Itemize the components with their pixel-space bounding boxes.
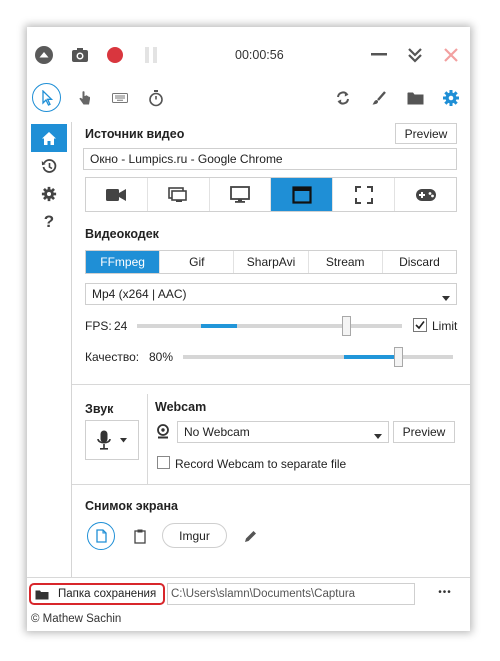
pause-icon[interactable] bbox=[140, 44, 162, 66]
source-screens-icon[interactable] bbox=[148, 178, 210, 211]
sidebar-item-history[interactable] bbox=[31, 152, 67, 180]
microphone-icon bbox=[97, 430, 111, 450]
quality-slider-thumb[interactable] bbox=[394, 347, 403, 367]
window-source-field[interactable]: Окно - Lumpics.ru - Google Chrome bbox=[83, 148, 457, 170]
source-preview-button[interactable]: Preview bbox=[395, 123, 457, 144]
webcam-separate-label: Record Webcam to separate file bbox=[175, 457, 347, 471]
quality-label: Качество: bbox=[85, 350, 140, 364]
source-window-icon[interactable] bbox=[271, 178, 334, 211]
fps-value: 24 bbox=[114, 319, 128, 333]
sidebar-item-settings[interactable] bbox=[31, 180, 67, 208]
codec-tab-stream[interactable]: Stream bbox=[309, 251, 383, 273]
imgur-button[interactable]: Imgur bbox=[162, 523, 227, 548]
source-region-icon[interactable] bbox=[333, 178, 396, 211]
quality-slider[interactable] bbox=[183, 346, 453, 368]
close-icon[interactable] bbox=[440, 44, 462, 66]
format-select-value: Mp4 (x264 | AAC) bbox=[92, 287, 187, 301]
video-codec-heading: Видеокодек bbox=[85, 227, 159, 241]
quality-slider-fill bbox=[344, 355, 394, 359]
save-folder-button[interactable]: Папка сохранения bbox=[29, 583, 165, 605]
codec-tab-discard[interactable]: Discard bbox=[383, 251, 456, 273]
webcam-icon bbox=[156, 423, 170, 439]
sidebar-item-help[interactable]: ? bbox=[31, 208, 67, 236]
cursor-icon[interactable] bbox=[32, 83, 61, 112]
codec-tab-ffmpeg[interactable]: FFmpeg bbox=[86, 251, 161, 273]
timer-icon[interactable] bbox=[145, 87, 167, 109]
fps-label: FPS: bbox=[85, 319, 112, 333]
refresh-icon[interactable] bbox=[332, 87, 354, 109]
quality-value: 80% bbox=[149, 350, 174, 364]
webcam-separate-checkbox[interactable] bbox=[157, 456, 170, 469]
brush-icon[interactable] bbox=[368, 87, 390, 109]
format-select[interactable]: Mp4 (x264 | AAC) bbox=[85, 283, 457, 305]
screenshot-file-icon[interactable] bbox=[87, 522, 115, 550]
codec-tab-gif[interactable]: Gif bbox=[160, 251, 235, 273]
settings-gear-icon[interactable] bbox=[440, 87, 462, 109]
collapse-up-icon[interactable] bbox=[33, 44, 55, 66]
camera-icon[interactable] bbox=[68, 44, 92, 66]
more-options-button[interactable]: ••• bbox=[423, 583, 467, 605]
sidebar: ? bbox=[27, 122, 72, 577]
record-button[interactable] bbox=[104, 44, 126, 66]
expand-down-icon[interactable] bbox=[404, 44, 426, 66]
chevron-down-icon bbox=[374, 429, 382, 443]
source-video-camera-icon[interactable] bbox=[86, 178, 148, 211]
output-path-field[interactable]: C:\Users\slamn\Documents\Captura bbox=[167, 583, 415, 605]
clipboard-icon[interactable] bbox=[129, 525, 151, 547]
folder-icon bbox=[35, 590, 49, 599]
copyright-text: © Mathew Sachin bbox=[31, 613, 122, 625]
keyboard-icon[interactable] bbox=[109, 87, 131, 109]
save-folder-label: Папка сохранения bbox=[58, 588, 157, 600]
minimize-icon[interactable] bbox=[368, 44, 390, 66]
audio-heading: Звук bbox=[85, 402, 114, 416]
fps-slider-fill bbox=[201, 324, 237, 328]
codec-tabs: FFmpeg Gif SharpAvi Stream Discard bbox=[85, 250, 457, 274]
webcam-select[interactable]: No Webcam bbox=[177, 421, 389, 443]
microphone-dropdown[interactable] bbox=[85, 420, 139, 460]
webcam-preview-button[interactable]: Preview bbox=[393, 421, 455, 443]
sidebar-item-home[interactable] bbox=[31, 124, 67, 152]
video-source-heading: Источник видео bbox=[85, 127, 185, 141]
app-window: 00:00:56 ? Источник видео Preview Окно -… bbox=[27, 27, 470, 631]
screenshot-heading: Снимок экрана bbox=[85, 499, 178, 513]
chevron-down-icon bbox=[120, 437, 127, 442]
source-gamepad-icon[interactable] bbox=[395, 178, 456, 211]
folder-icon[interactable] bbox=[404, 87, 426, 109]
fps-slider[interactable] bbox=[137, 315, 402, 337]
codec-tab-sharpavi[interactable]: SharpAvi bbox=[234, 251, 309, 273]
pencil-icon[interactable] bbox=[239, 525, 261, 547]
recording-timer: 00:00:56 bbox=[235, 48, 284, 62]
limit-label: Limit bbox=[432, 319, 458, 333]
webcam-select-value: No Webcam bbox=[184, 425, 250, 439]
source-monitor-icon[interactable] bbox=[210, 178, 272, 211]
fps-slider-thumb[interactable] bbox=[342, 316, 351, 336]
limit-checkbox[interactable] bbox=[413, 318, 427, 332]
source-type-selector bbox=[85, 177, 457, 212]
chevron-down-icon bbox=[442, 291, 450, 305]
checkmark-icon bbox=[415, 321, 425, 330]
hand-click-icon[interactable] bbox=[74, 87, 96, 109]
webcam-heading: Webcam bbox=[155, 400, 207, 414]
